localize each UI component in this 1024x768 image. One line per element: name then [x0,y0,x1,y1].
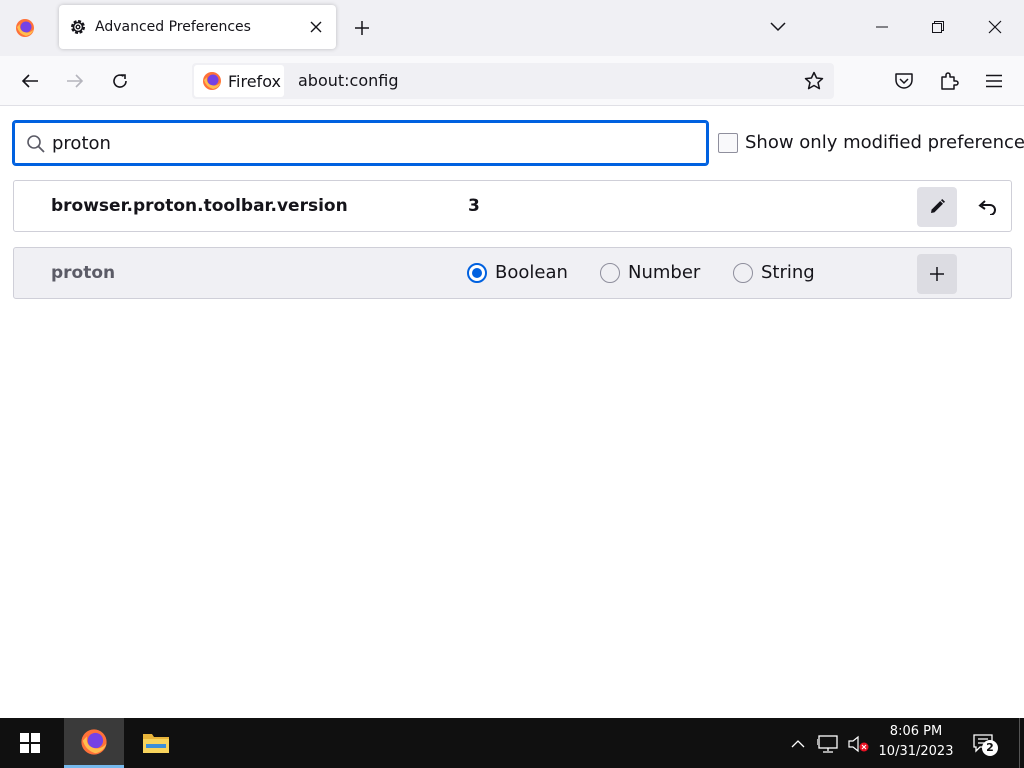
add-preference-row: proton Boolean Number String [13,247,1012,299]
chevron-down-icon[interactable] [762,11,794,43]
show-modified-label[interactable]: Show only modified preferences [745,132,1024,153]
search-input[interactable] [52,128,692,158]
close-window-icon[interactable] [967,0,1023,54]
forward-arrow-icon[interactable] [59,65,91,97]
radio-string-label: String [761,262,815,283]
close-tab-icon[interactable] [304,15,328,39]
taskbar-file-explorer-icon[interactable] [126,718,186,768]
gear-icon [69,18,87,36]
taskbar-firefox-icon[interactable] [64,718,124,768]
clock-date: 10/31/2023 [878,744,954,759]
radio-number[interactable] [600,262,620,283]
url-bar[interactable]: Firefox about:config [192,63,834,99]
radio-number-label: Number [628,262,701,283]
system-clock[interactable]: 8:06 PM 10/31/2023 [872,722,960,762]
preference-name: browser.proton.toolbar.version [51,196,348,216]
network-icon[interactable] [816,732,840,756]
firefox-logo-icon [202,71,222,91]
action-center-icon[interactable]: 2 [966,728,1000,758]
windows-start-icon[interactable] [0,718,60,768]
pocket-icon[interactable] [888,65,920,97]
bookmark-star-icon[interactable] [800,67,828,95]
tab-strip: Advanced Preferences [0,0,1024,56]
back-arrow-icon[interactable] [14,65,46,97]
table-row: browser.proton.toolbar.version 3 [13,180,1012,232]
tab-title: Advanced Preferences [95,19,251,35]
type-radio-number[interactable]: Number [600,262,700,283]
preferences-table: browser.proton.toolbar.version 3 proton … [13,180,1012,299]
show-modified-checkbox[interactable] [718,133,738,153]
clock-time: 8:06 PM [889,724,943,739]
reset-undo-icon[interactable] [967,187,1007,227]
preference-search-box[interactable] [12,120,709,166]
radio-boolean[interactable] [467,262,487,283]
edit-pencil-icon[interactable] [917,187,957,227]
add-plus-icon[interactable] [917,254,957,294]
navigation-toolbar: Firefox about:config [0,56,1024,106]
identity-box[interactable]: Firefox [194,65,284,97]
radio-boolean-label: Boolean [495,262,568,283]
notification-count-badge: 2 [982,740,998,756]
extensions-puzzle-icon[interactable] [933,65,965,97]
restore-icon[interactable] [910,0,966,54]
volume-muted-icon[interactable] [846,732,870,756]
new-tab-icon[interactable] [346,12,378,44]
hamburger-menu-icon[interactable] [978,65,1010,97]
radio-string[interactable] [733,262,753,283]
type-radio-string[interactable]: String [733,262,815,283]
preference-value: 3 [468,196,480,216]
firefox-view-icon[interactable] [8,12,42,44]
reload-icon[interactable] [104,65,136,97]
identity-label: Firefox [228,71,281,91]
new-preference-name: proton [51,263,116,283]
type-radio-boolean[interactable]: Boolean [467,262,568,283]
url-text[interactable]: about:config [298,71,399,90]
search-icon [26,134,46,154]
taskbar: 8:06 PM 10/31/2023 2 [0,718,1024,768]
tray-chevron-up-icon[interactable] [786,732,810,756]
minimize-icon[interactable] [854,0,910,54]
tab-advanced-preferences[interactable]: Advanced Preferences [59,5,336,49]
show-desktop-button[interactable] [1019,718,1024,768]
